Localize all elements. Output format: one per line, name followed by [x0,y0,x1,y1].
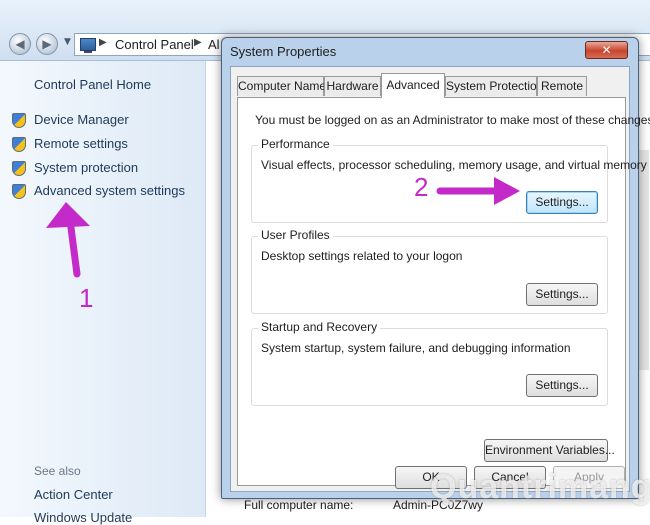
action-center-link[interactable]: Action Center [34,487,113,502]
control-panel-icon [80,38,96,53]
close-button[interactable]: ✕ [585,41,628,59]
dialog-body: Computer Name Hardware Advanced System P… [230,66,650,492]
step-1-label: 1 [79,283,94,313]
user-profiles-group: User Profiles Desktop settings related t… [251,228,608,314]
task-pane: Control Panel Home Device Manager Remote… [0,61,206,525]
shield-icon [12,137,26,152]
breadcrumb-all[interactable]: Al [208,37,220,52]
tab-advanced[interactable]: Advanced [381,73,445,98]
tab-system-protection[interactable]: System Protection [445,76,543,96]
tab-hardware[interactable]: Hardware [324,76,381,96]
step-2-label: 2 [414,172,429,202]
watermark-logo: Quantrimang [430,468,650,506]
startup-recovery-group: Startup and Recovery System startup, sys… [251,320,608,406]
control-panel-home-link[interactable]: Control Panel Home [34,77,151,92]
chevron-down-icon[interactable]: ▼ [64,37,71,47]
shield-icon [12,113,26,128]
back-button[interactable]: ◀ [9,33,31,55]
advanced-tab-page: You must be logged on as an Administrato… [237,97,650,486]
shield-icon [12,161,26,176]
sidebar-item-label: Advanced system settings [34,183,186,198]
full-computer-name-label: Full computer name: [244,498,354,512]
shield-icon [12,184,26,199]
group-description: System startup, system failure, and debu… [261,341,571,355]
system-properties-dialog: System Properties ✕ Computer Name Hardwa… [221,37,650,499]
tab-remote[interactable]: Remote [537,76,587,96]
see-also-heading: See also [34,464,81,478]
group-description: Desktop settings related to your logon [261,249,463,263]
environment-variables-button[interactable]: Environment Variables... [484,439,615,462]
group-title: Performance [258,137,333,151]
performance-group: Performance Visual effects, processor sc… [251,137,647,223]
chevron-right-icon[interactable]: ▶ [99,37,107,48]
startup-recovery-settings-button[interactable]: Settings... [526,374,598,397]
chevron-right-icon[interactable]: ▶ [194,37,202,48]
sidebar-item-label: Device Manager [34,112,129,127]
sidebar-item-label: Remote settings [34,136,128,151]
dialog-title: System Properties [230,44,337,59]
windows-update-link[interactable]: Windows Update [34,510,132,525]
forward-button[interactable]: ▶ [36,33,58,55]
group-description: Visual effects, processor scheduling, me… [261,158,647,172]
breadcrumb-control-panel[interactable]: Control Panel [115,37,194,52]
group-title: User Profiles [258,228,333,242]
tab-computer-name[interactable]: Computer Name [237,76,326,96]
sidebar-item-label: System protection [34,160,139,175]
user-profiles-settings-button[interactable]: Settings... [526,283,598,306]
performance-settings-button[interactable]: Settings... [526,191,598,214]
group-title: Startup and Recovery [258,320,381,334]
admin-note: You must be logged on as an Administrato… [255,113,650,127]
